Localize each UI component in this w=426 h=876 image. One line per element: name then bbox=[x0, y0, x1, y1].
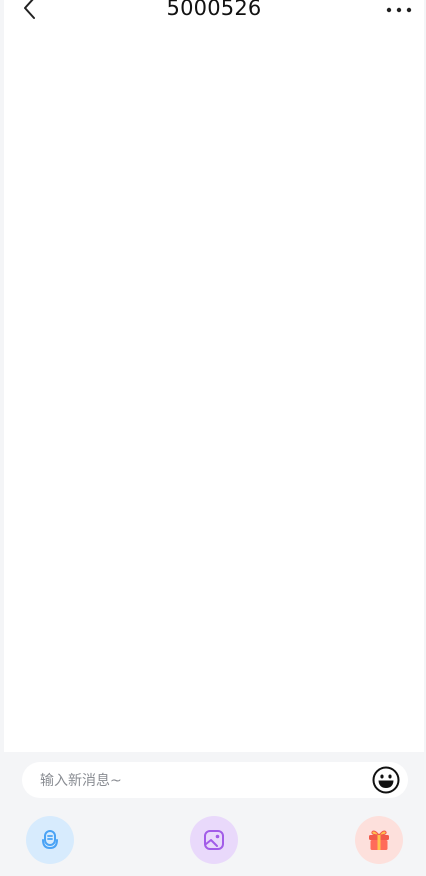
message-input-bar bbox=[22, 762, 408, 800]
composer-area bbox=[4, 752, 424, 876]
more-dots-icon bbox=[386, 7, 412, 13]
more-button[interactable] bbox=[382, 1, 416, 19]
message-input[interactable] bbox=[38, 762, 362, 800]
page-title: 5000526 bbox=[166, 0, 262, 20]
microphone-icon bbox=[42, 830, 58, 850]
emoji-button[interactable] bbox=[372, 766, 400, 794]
emoji-icon bbox=[372, 766, 400, 794]
image-icon bbox=[204, 830, 224, 850]
gift-icon bbox=[369, 830, 389, 850]
image-button[interactable] bbox=[190, 816, 238, 864]
gift-button[interactable] bbox=[355, 816, 403, 864]
voice-button[interactable] bbox=[26, 816, 74, 864]
message-list[interactable]: 5000526 bbox=[4, 0, 424, 752]
header: 5000526 bbox=[4, 0, 424, 30]
chat-screen: 5000526 bbox=[0, 0, 426, 876]
